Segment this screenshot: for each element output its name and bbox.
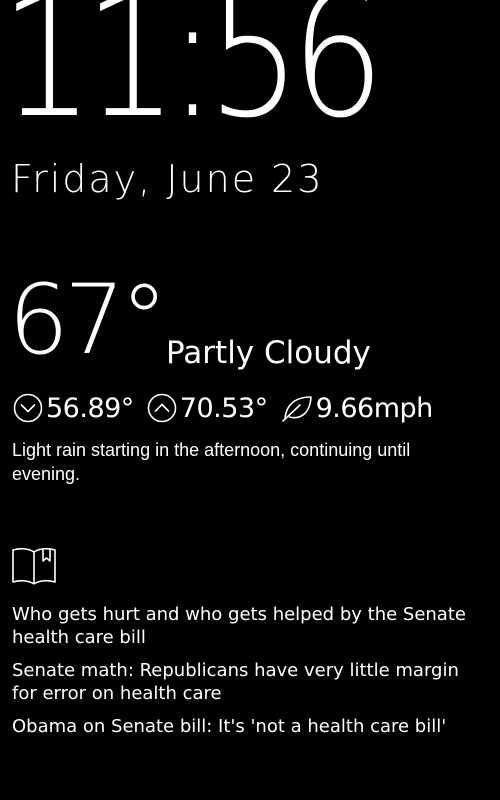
news-headline-item: Who gets hurt and who gets helped by the… xyxy=(12,604,466,648)
low-temperature-value: 56.89° xyxy=(46,392,134,424)
leaf-icon xyxy=(281,396,312,422)
weather-summary: Partly Cloudy xyxy=(166,335,371,371)
open-book-icon xyxy=(12,547,56,585)
wind-speed-value: 9.66mph xyxy=(315,392,434,424)
clock-time: 11:56 xyxy=(0,0,385,156)
low-temperature: 56.89° xyxy=(12,392,134,424)
clock-date: Friday, June 23 xyxy=(11,157,324,201)
weather-stats: 56.89° 70.53° 9.66mph xyxy=(12,390,445,426)
news-headline-item: Obama on Senate bill: It's 'not a health… xyxy=(12,716,447,737)
chevron-down-circle-icon xyxy=(13,393,43,423)
wind-speed: 9.66mph xyxy=(280,392,433,424)
news-headline-list: Who gets hurt and who gets helped by the… xyxy=(12,603,487,748)
high-temperature: 70.53° xyxy=(146,392,268,424)
chevron-up-circle-icon xyxy=(147,393,177,423)
current-temperature: 67° xyxy=(8,264,168,376)
news-headline-item: Senate math: Republicans have very littl… xyxy=(12,660,459,704)
high-temperature-value: 70.53° xyxy=(179,392,268,424)
weather-forecast-description: Light rain starting in the afternoon, co… xyxy=(12,440,411,484)
